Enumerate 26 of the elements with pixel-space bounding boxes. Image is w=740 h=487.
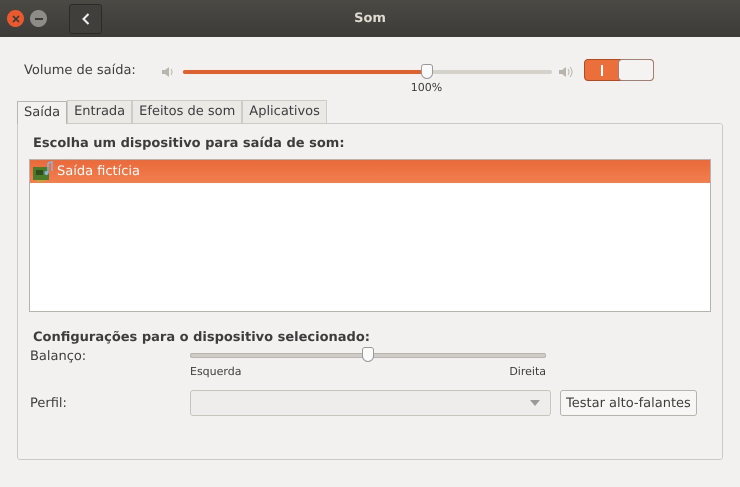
section-heading: Escolha um dispositivo para saída de som: [32, 136, 346, 151]
tab[interactable]: Entrada [67, 100, 132, 123]
balance-label: Balanço: [29, 349, 88, 366]
test-speakers-button[interactable]: Testar alto-falantes [560, 390, 697, 416]
minimize-icon [34, 18, 42, 20]
balance-slider[interactable] [190, 347, 546, 362]
back-button[interactable] [69, 4, 102, 34]
dropdown-arrow-icon [530, 400, 540, 406]
volume-label: Volume de saída: [24, 63, 137, 78]
sound-card-icon [32, 160, 54, 182]
toggle-switch[interactable] [584, 59, 654, 81]
tab[interactable]: Efeitos de som [132, 100, 242, 123]
left-label: Esquerda [190, 365, 242, 378]
tab[interactable]: Saída [17, 101, 68, 124]
minimize-button[interactable] [30, 10, 47, 27]
section-heading: Configurações para o dispositivo selecionado: [32, 330, 371, 345]
close-button[interactable] [7, 10, 24, 27]
speaker-loud-icon [558, 65, 574, 79]
right-label: Direita [509, 365, 546, 378]
close-icon [12, 14, 20, 22]
window-title: Som [354, 11, 386, 26]
speaker-icon [161, 65, 175, 79]
volume-slider[interactable] [183, 64, 552, 79]
profile-label: Perfil: [29, 396, 68, 410]
volume-reading: 100% [410, 81, 442, 94]
tab[interactable]: Aplicativos [242, 100, 327, 123]
